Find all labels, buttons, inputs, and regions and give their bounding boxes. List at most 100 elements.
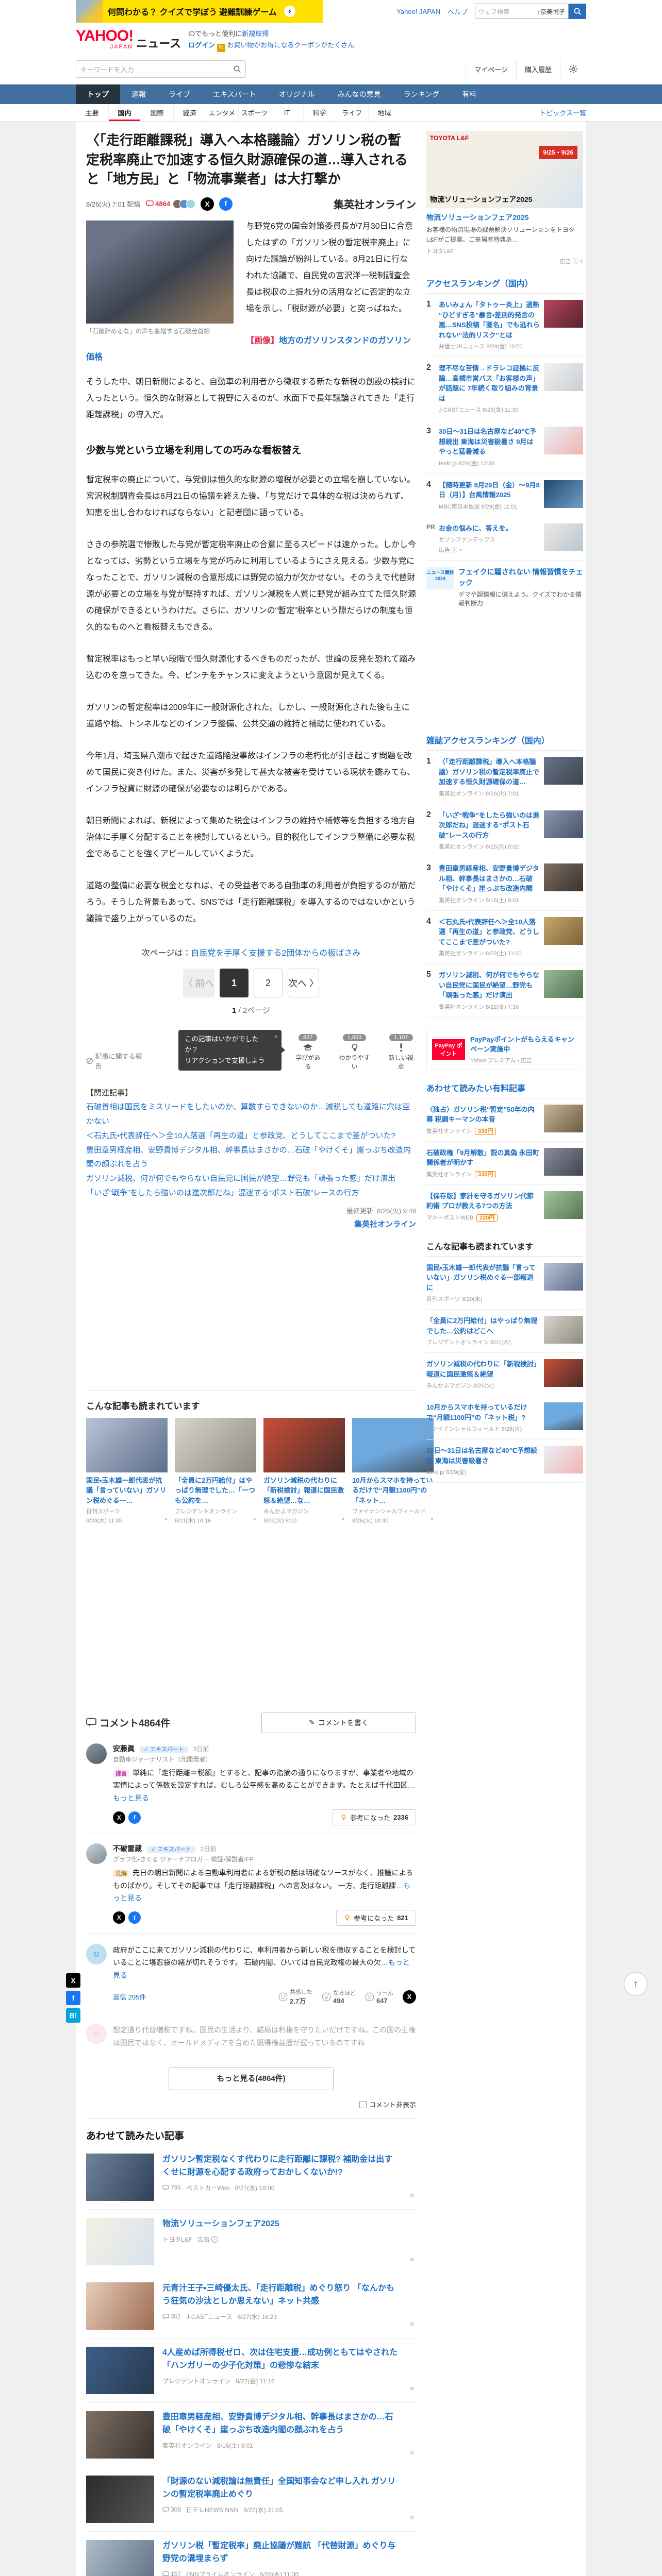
article-card[interactable]: 「全員に2万円給付」はやっぱり無理でした…「一つも公約を… プレジデントオンライ… [175,1417,256,1524]
paid-title[interactable]: 【保存版】家計を守るガソリン代節約術 プロが教える7つの方法 [426,1192,534,1210]
ranking-item[interactable]: 4 ＜石丸氏・代表辞任へ＞全10人落選「再生の道」と参政党、どうしてここまで差が… [426,911,583,964]
list-item[interactable]: ガソリン減税の代わりに「新税検討」報道に国民激怒＆絶望 みんかぶマガジン 8/26… [426,1353,583,1397]
list-item[interactable]: 元青汁王子・三崎優太氏、「走行距離税」めぐり怒り 「なんかもう狂気の沙汰としか思… [86,2274,416,2339]
article-title[interactable]: 30日～31日は名古屋など40℃予想続出 東海は災害級暑さ [426,1447,537,1465]
search-icon[interactable] [233,65,241,73]
checkbox-icon[interactable] [359,2101,367,2109]
ranking-title[interactable]: 「いざ“戦争”をしたら強いのは進次郎だね」混迷する“ポスト石破”レースの行方 [439,811,539,839]
related-link[interactable]: 石破首相は国民をミスリードをしたいのか、算数すらできないのか…減税しても道路に穴… [86,1100,416,1129]
tab-ranking[interactable]: ランキング [392,84,451,104]
facebook-share-icon[interactable]: f [128,1911,141,1924]
list-item[interactable]: 国民・玉木雄一郎代表が抗議「言っていない」ガソリン税めぐる一部報道に 日刊スポーツ… [426,1257,583,1310]
cat-science[interactable]: 科学 [303,104,335,122]
help-link[interactable]: ヘルプ [448,7,468,16]
tab-opinions[interactable]: みんなの意見 [326,84,392,104]
factcheck-promo[interactable]: ニュース健診 2024 フェイクに騙されない 情報習慣をチェック デマや誤情報に… [426,561,583,615]
close-icon[interactable]: × [580,259,583,265]
paid-item[interactable]: 〈独占〉ガソリン税“暫定”50年の内幕 税調キーマンの本音 集英社オンライン 330… [426,1098,583,1142]
ranking-title[interactable]: 〈「走行距離課税」導入へ本格議論〉ガソリン税の暫定税率廃止で加速する恒久財源確保… [439,758,539,786]
comment-count-link[interactable]: 4864 [145,200,170,208]
tab-paid[interactable]: 有料 [451,84,488,104]
search-button[interactable] [569,4,586,19]
pr-title[interactable]: お金の悩みに、答えを。 [439,524,512,532]
article-title[interactable]: 元青汁王子・三崎優太氏、「走行距離税」めぐり怒り 「なんかもう狂気の沙汰としか思… [162,2282,416,2308]
related-link[interactable]: ＜石丸氏・代表辞任へ＞全10人落選「再生の道」と参政党、どうしてここまで差がつい… [86,1129,416,1143]
ranking-title[interactable]: 理不尽な苦情→ドラレコ証拠に反論…高槻市営バス「お客様の声」が話題に 7年続く取… [439,364,539,402]
ranking-title[interactable]: 【随時更新 8月29日（金）～9月8日（月）】台風情報2025 [439,481,540,499]
list-item[interactable]: 「全員に2万円給付」はやっぱり無理でした…公約はどこへ プレジデントオンライン 8… [426,1310,583,1353]
x-share-icon[interactable]: X [113,1811,125,1824]
related-link[interactable]: 「いざ“戦争”をしたら強いのは進次郎だね」混迷する“ポスト石破”レースの行方 [86,1186,416,1200]
cat-economy[interactable]: 経済 [173,104,205,122]
article-title[interactable]: 豊田章男経産相、安野貴博デジタル相、幹事長はまさかの…石破「やけくそ」崖っぷち改… [162,2411,416,2437]
cat-sports[interactable]: スポーツ [238,104,270,122]
report-article-link[interactable]: 記事に関する報告 [86,1051,147,1071]
info-icon[interactable]: i [211,2235,219,2243]
close-icon[interactable]: × [253,1516,256,1524]
facebook-share-icon[interactable]: f [128,1811,141,1824]
card-title[interactable]: 国民・玉木雄一郎代表が抗議「言っていない」ガソリン税めぐる一… [86,1476,168,1506]
x-share-icon[interactable]: X [403,1990,416,2004]
x-share-icon[interactable]: X [201,197,214,211]
sidebar-ad[interactable]: PayPay ポイント PayPayポイントがもらえるキャンペーン実施中 Yah… [426,1028,583,1070]
ranking-title[interactable]: あいみょん「タトゥー炎上」過熱 “ひどすぎる”暴言・差別的発言の嵐…SNS投稿「… [439,301,540,339]
article-title[interactable]: 4人産めば所得税ゼロ、次は住宅支援…成功例ともてはやされた「ハンガリーの少子化対… [162,2347,416,2372]
back-to-top-button[interactable]: ↑ [624,1972,648,1996]
ranking-item[interactable]: 3 豊田章男経産相、安野貴博デジタル相、幹事長はまさかの…石破「やけくそ」崖っぷ… [426,857,583,911]
list-item[interactable]: 「財源のない減税論は無責任」全国知事会など申し入れ ガソリンの暫定税率廃止めぐり… [86,2467,416,2532]
article-title[interactable]: 「財源のない減税論は無責任」全国知事会など申し入れ ガソリンの暫定税率廃止めぐり [162,2476,416,2501]
ranking-item[interactable]: 2 「いざ“戦争”をしたら強いのは進次郎だね」混迷する“ポスト石破”レースの行方… [426,804,583,858]
reaction-clear-button[interactable]: 1,833 わかりやすい [336,1033,372,1071]
ranking-title[interactable]: ガソリン減税、何が何でもやらない自民党に国民が絶望…野党も「頑張った感」だけ演出 [439,971,539,999]
article-title[interactable]: 10月からスマホを持っているだけで“月額1100円”の「ネット税」? [426,1403,527,1421]
tab-sokuhou[interactable]: 速報 [120,84,157,104]
tab-expert[interactable]: エキスパート [202,84,268,104]
facebook-share-icon[interactable]: f [66,1991,80,2005]
tab-live[interactable]: ライブ [157,84,202,104]
ranking-title[interactable]: ＜石丸氏・代表辞任へ＞全10人落選「再生の道」と参政党、どうしてここまで差がつい… [439,918,539,946]
cat-domestic[interactable]: 国内 [108,104,140,122]
reaction-learned-button[interactable]: 837 学びがある [293,1033,323,1071]
avatar[interactable] [86,1943,107,1964]
more-comments-button[interactable]: もっと見る(4864件) [169,2067,334,2091]
related-link[interactable]: 豊田章男経産相、安野貴博デジタル相、幹事長はまさかの…石破「やけくそ」崖っぷち改… [86,1143,416,1172]
card-title[interactable]: ガソリン減税の代わりに「新税検討」報道に国民激怒＆絶望…な… [263,1476,345,1506]
close-icon[interactable]: × [409,2513,414,2522]
article-card[interactable]: 国民・玉木雄一郎代表が抗議「言っていない」ガソリン税めぐる一… 日刊スポーツ 8… [86,1417,168,1524]
x-share-icon[interactable]: X [113,1911,125,1924]
publisher-logo[interactable]: 集英社オンライン [334,196,416,211]
ranking-item[interactable]: 5 ガソリン減税、何が何でもやらない自民党に国民が絶望…野党も「頑張った感」だけ… [426,964,583,1018]
avatar[interactable] [86,2024,107,2045]
avatar[interactable] [86,1743,107,1764]
list-item[interactable]: ガソリン税「暫定税率」廃止協議が難航 「代替財源」めぐり与野党の溝埋まらず 15… [86,2532,416,2576]
close-icon[interactable]: × [409,2384,414,2393]
chevron-right-icon[interactable]: › [284,6,295,17]
magazine-ranking-header[interactable]: 雑誌アクセスランキング（国内） [426,734,583,751]
list-item[interactable]: 10月からスマホを持っているだけで“月額1100円”の「ネット税」? ファイナンシ… [426,1396,583,1440]
avatar[interactable] [86,1843,107,1865]
ad-title[interactable]: 物流ソリューションフェア2025 [162,2218,295,2231]
paid-articles-header[interactable]: あわせて読みたい有料記事 [426,1081,583,1098]
pager-prev[interactable]: 〈 前へ [183,969,214,998]
ranking-item[interactable]: 1 あいみょん「タトゥー炎上」過熱 “ひどすぎる”暴言・差別的発言の嵐…SNS投… [426,294,583,358]
info-icon[interactable]: ⓘ [573,259,578,265]
list-item[interactable]: ガソリン暫定税なくす代わりに走行距離に課税? 補助金は出すくせに財源を心配する政… [86,2145,416,2210]
hide-comments-toggle[interactable]: コメント非表示 [86,2095,416,2119]
card-title[interactable]: 「全員に2万円給付」はやっぱり無理でした…「一つも公約を… [175,1476,256,1506]
paid-item[interactable]: 【保存版】家計を守るガソリン代節約術 プロが教える7つの方法 マネーポストWEB 2… [426,1185,583,1228]
pager-page-2[interactable]: 2 [254,969,283,998]
reply-count-link[interactable]: 返信 205件 [113,1992,146,2002]
empathy-button[interactable]: 共感した 2.7万 [278,1988,312,2006]
close-icon[interactable]: × [459,547,462,553]
ranking-item[interactable]: 4 【随時更新 8月29日（金）～9月8日（月）】台風情報2025 MBC南日本放… [426,474,583,517]
article-card[interactable]: ガソリン減税の代わりに「新税検討」報道に国民激怒＆絶望…な… みんかぶマガジン … [263,1417,345,1524]
cat-main[interactable]: 主要 [76,104,108,122]
hmm-button[interactable]: うーん 647 [365,1989,393,2005]
close-icon[interactable]: × [274,1032,278,1042]
cat-world[interactable]: 国際 [141,104,173,122]
article-title[interactable]: ガソリン税「暫定税率」廃止協議が難航 「代替財源」めぐり与野党の溝埋まらず [162,2540,416,2566]
helpful-button[interactable]: 参考になった 2336 [333,1809,416,1826]
yahoo-news-logo[interactable]: YAHOO! JAPAN ニュース [76,28,181,50]
paid-title[interactable]: 石破政権「9月解散」説の真偽 永田町関係者が明かす [426,1149,539,1167]
ranking-item[interactable]: 1 〈「走行距離課税」導入へ本格議論〉ガソリン税の暫定税率廃止で加速する恒久財源… [426,751,583,804]
